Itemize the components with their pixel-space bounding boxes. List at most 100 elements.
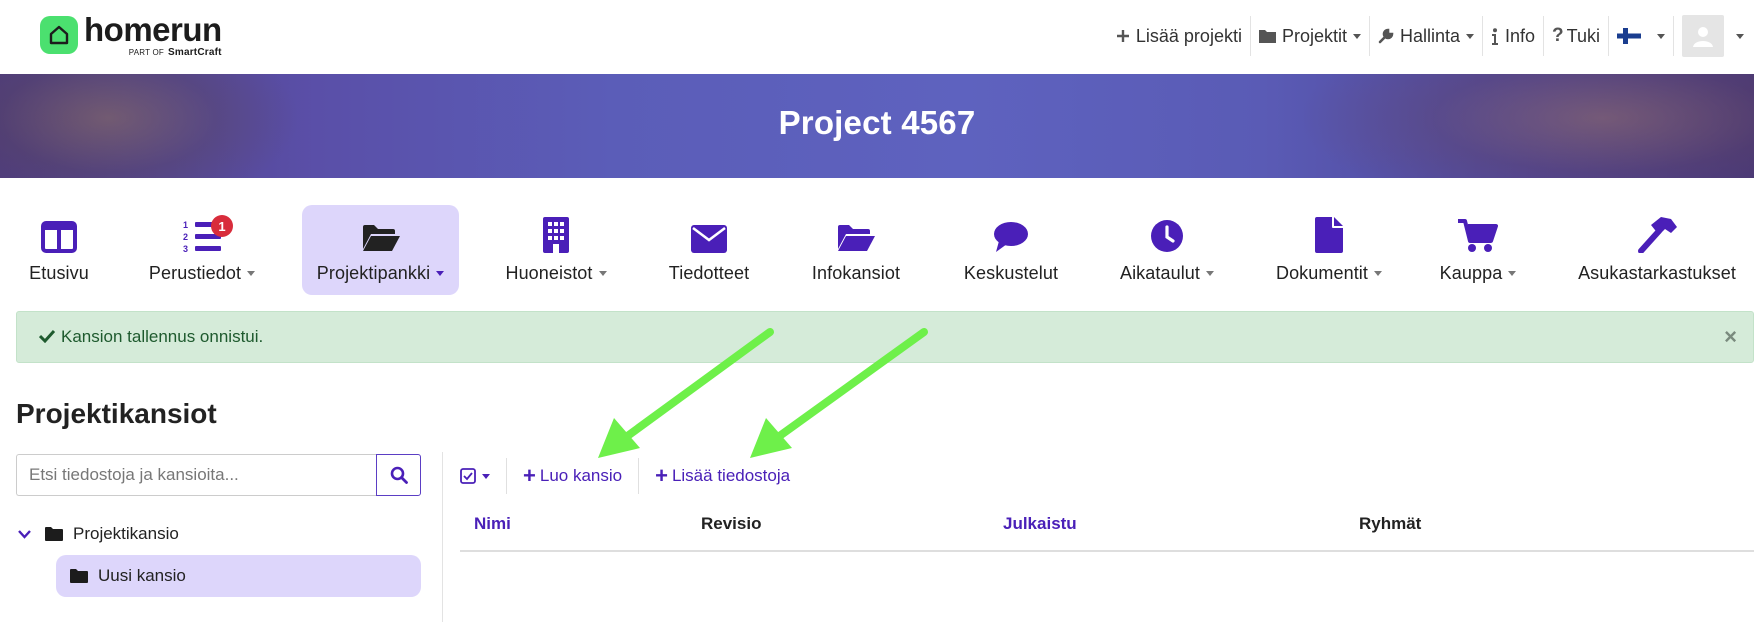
brand-part-of: PART OF bbox=[128, 48, 164, 57]
page-title: Projektikansiot bbox=[16, 398, 217, 429]
top-navigation: Lisää projekti Projektit Hallinta Info ?… bbox=[1108, 15, 1754, 57]
tree-root-label: Projektikansio bbox=[73, 524, 179, 543]
plus-icon: + bbox=[523, 463, 536, 488]
nav-tiedotteet-label: Tiedotteet bbox=[668, 263, 750, 283]
check-icon bbox=[39, 329, 55, 343]
create-folder-label: Luo kansio bbox=[539, 466, 623, 485]
chevron-down-icon bbox=[1736, 33, 1744, 39]
add-files-label: Lisää tiedostoja bbox=[671, 466, 791, 485]
folder-icon bbox=[45, 527, 63, 541]
success-alert: Kansion tallennus onnistui. × bbox=[16, 311, 1754, 363]
language-menu[interactable] bbox=[1609, 16, 1674, 56]
brand-parent-name: SmartCraft bbox=[167, 47, 222, 58]
add-files-button[interactable]: + Lisää tiedostoja bbox=[639, 458, 806, 494]
chevron-down-icon bbox=[482, 473, 490, 479]
folder-icon bbox=[1258, 30, 1276, 43]
nav-aikataulut[interactable]: Aikataulut bbox=[1116, 205, 1218, 295]
nav-kauppa[interactable]: Kauppa bbox=[1439, 205, 1517, 295]
column-header-revision: Revisio bbox=[701, 514, 762, 533]
svg-text:2: 2 bbox=[183, 232, 188, 242]
project-title: Project 4567 bbox=[778, 104, 976, 141]
nav-asukastarkastukset-label: Asukastarkastukset bbox=[1578, 263, 1736, 283]
tree-child-label: Uusi kansio bbox=[98, 566, 186, 585]
nav-infokansiot[interactable]: Infokansiot bbox=[804, 205, 908, 295]
nav-asukastarkastukset[interactable]: Asukastarkastukset bbox=[1572, 205, 1742, 295]
folder-open-icon bbox=[362, 225, 400, 251]
chevron-down-icon bbox=[1206, 271, 1215, 276]
cart-icon bbox=[1458, 219, 1498, 252]
nav-huoneistot-label: Huoneistot bbox=[505, 263, 593, 283]
search-button[interactable] bbox=[376, 454, 421, 496]
chevron-down-icon bbox=[598, 271, 607, 276]
chat-bubble-icon bbox=[994, 222, 1028, 252]
nav-dokumentit[interactable]: Dokumentit bbox=[1272, 205, 1386, 295]
file-table-header: Nimi Revisio Julkaistu Ryhmät bbox=[460, 510, 1754, 552]
support-link[interactable]: ? Tuki bbox=[1544, 16, 1609, 56]
nav-tiedotteet[interactable]: Tiedotteet bbox=[660, 205, 758, 295]
search-icon bbox=[390, 466, 408, 484]
support-label: Tuki bbox=[1566, 25, 1600, 46]
nav-dokumentit-label: Dokumentit bbox=[1275, 263, 1369, 283]
admin-menu[interactable]: Hallinta bbox=[1370, 16, 1484, 56]
nav-etusivu[interactable]: Etusivu bbox=[18, 205, 100, 295]
alert-message: Kansion tallennus onnistui. bbox=[61, 327, 264, 346]
nav-infokansiot-label: Infokansiot bbox=[811, 263, 901, 283]
select-all-menu[interactable] bbox=[460, 458, 507, 494]
nav-keskustelut-label: Keskustelut bbox=[963, 263, 1059, 283]
nav-perustiedot[interactable]: 1 2 3 1 Perustiedot bbox=[140, 205, 264, 295]
chevron-down-icon bbox=[1657, 33, 1665, 39]
info-link[interactable]: Info bbox=[1483, 16, 1545, 56]
admin-label: Hallinta bbox=[1399, 25, 1461, 46]
brand-name: homerun bbox=[84, 11, 222, 48]
projects-menu[interactable]: Projektit bbox=[1251, 16, 1370, 56]
svg-text:1: 1 bbox=[183, 220, 188, 230]
folder-icon bbox=[70, 569, 88, 583]
chevron-down-icon bbox=[1374, 271, 1383, 276]
building-icon bbox=[543, 217, 569, 253]
home-icon bbox=[40, 16, 78, 54]
plus-icon: + bbox=[655, 463, 668, 488]
homerun-logo[interactable]: homerun PART OF SmartCraft bbox=[40, 11, 222, 60]
nav-keskustelut[interactable]: Keskustelut bbox=[960, 205, 1062, 295]
column-header-groups: Ryhmät bbox=[1359, 514, 1422, 533]
chevron-down-icon[interactable] bbox=[18, 529, 31, 539]
nav-etusivu-label: Etusivu bbox=[29, 263, 89, 283]
info-label: Info bbox=[1505, 25, 1536, 46]
close-icon[interactable]: × bbox=[1724, 324, 1737, 350]
nav-aikataulut-label: Aikataulut bbox=[1119, 263, 1201, 283]
chevron-down-icon bbox=[1352, 33, 1361, 39]
notification-badge: 1 bbox=[211, 215, 233, 237]
logo-text: homerun PART OF SmartCraft bbox=[84, 11, 222, 58]
chevron-down-icon bbox=[1466, 33, 1475, 39]
nav-perustiedot-label: Perustiedot bbox=[148, 263, 242, 283]
user-icon bbox=[1693, 27, 1713, 47]
projects-label: Projektit bbox=[1281, 25, 1347, 46]
tree-item-projektikansio[interactable]: Projektikansio bbox=[18, 522, 179, 546]
add-project-link[interactable]: Lisää projekti bbox=[1108, 16, 1251, 56]
column-header-name[interactable]: Nimi bbox=[474, 514, 511, 534]
finland-flag-icon bbox=[1617, 28, 1641, 44]
column-header-published[interactable]: Julkaistu bbox=[1003, 514, 1077, 534]
brand-parent: PART OF SmartCraft bbox=[84, 47, 222, 58]
nav-huoneistot[interactable]: Huoneistot bbox=[500, 205, 612, 295]
wrench-icon bbox=[1378, 28, 1394, 44]
chevron-down-icon bbox=[1508, 271, 1517, 276]
layout-columns-icon bbox=[41, 221, 77, 253]
search-input[interactable] bbox=[16, 454, 376, 496]
clock-icon bbox=[1151, 220, 1183, 252]
file-toolbar: + Luo kansio + Lisää tiedostoja bbox=[460, 458, 806, 494]
envelope-icon bbox=[691, 225, 727, 253]
nav-projektipankki[interactable]: Projektipankki bbox=[302, 205, 459, 295]
info-icon bbox=[1492, 27, 1499, 45]
main-navigation: Etusivu 1 2 3 1 Perustiedot Projektipankki… bbox=[0, 178, 1754, 302]
folder-open-icon bbox=[838, 225, 875, 251]
nav-projektipankki-label: Projektipankki bbox=[316, 263, 431, 283]
plus-icon bbox=[1116, 30, 1129, 42]
nav-kauppa-label: Kauppa bbox=[1439, 263, 1503, 283]
chevron-down-icon bbox=[247, 271, 256, 276]
tree-item-uusi-kansio[interactable]: Uusi kansio bbox=[56, 555, 421, 597]
create-folder-button[interactable]: + Luo kansio bbox=[507, 458, 640, 494]
project-banner: Project 4567 bbox=[0, 74, 1754, 178]
checkbox-icon bbox=[460, 468, 476, 484]
user-menu[interactable] bbox=[1674, 15, 1754, 57]
